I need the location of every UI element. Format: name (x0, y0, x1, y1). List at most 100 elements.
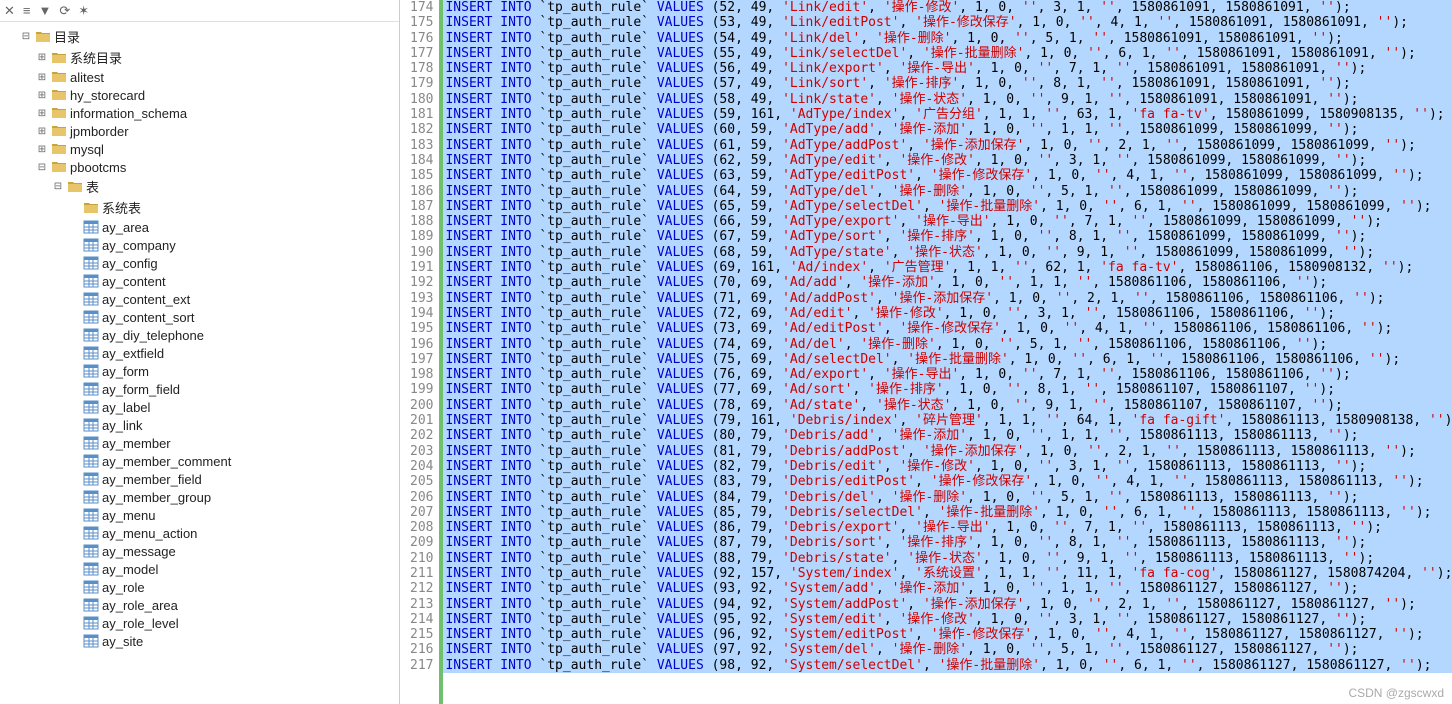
table-ay_label[interactable]: ay_label (0, 398, 399, 416)
code-line[interactable]: INSERT INTO `tp_auth_rule` VALUES (61, 5… (443, 138, 1452, 153)
table-ay_diy_telephone[interactable]: ay_diy_telephone (0, 326, 399, 344)
activity-icon[interactable]: ✶ (78, 3, 89, 19)
tree-label: ay_member_comment (102, 454, 231, 469)
table-ay_company[interactable]: ay_company (0, 236, 399, 254)
code-line[interactable]: INSERT INTO `tp_auth_rule` VALUES (74, 6… (443, 337, 1452, 352)
sys-tables-node[interactable]: 系统表 (0, 197, 399, 218)
db-mysql[interactable]: ⊞mysql (0, 140, 399, 158)
code-line[interactable]: INSERT INTO `tp_auth_rule` VALUES (65, 5… (443, 199, 1452, 214)
table-ay_form_field[interactable]: ay_form_field (0, 380, 399, 398)
code-line[interactable]: INSERT INTO `tp_auth_rule` VALUES (88, 7… (443, 551, 1452, 566)
expand-toggle[interactable]: ⊞ (36, 52, 48, 63)
table-ay_role_area[interactable]: ay_role_area (0, 596, 399, 614)
code-line[interactable]: INSERT INTO `tp_auth_rule` VALUES (92, 1… (443, 566, 1452, 581)
refresh-icon[interactable]: ⟳ (59, 3, 70, 19)
code-line[interactable]: INSERT INTO `tp_auth_rule` VALUES (58, 4… (443, 92, 1452, 107)
table-icon (83, 543, 99, 559)
expand-toggle[interactable]: ⊟ (36, 162, 48, 173)
expand-toggle[interactable]: ⊞ (36, 90, 48, 101)
code-line[interactable]: INSERT INTO `tp_auth_rule` VALUES (80, 7… (443, 428, 1452, 443)
code-line[interactable]: INSERT INTO `tp_auth_rule` VALUES (78, 6… (443, 398, 1452, 413)
code-line[interactable]: INSERT INTO `tp_auth_rule` VALUES (83, 7… (443, 474, 1452, 489)
table-ay_site[interactable]: ay_site (0, 632, 399, 650)
sort-icon[interactable]: ≡ (23, 3, 31, 18)
code-line[interactable]: INSERT INTO `tp_auth_rule` VALUES (55, 4… (443, 46, 1452, 61)
code-line[interactable]: INSERT INTO `tp_auth_rule` VALUES (76, 6… (443, 367, 1452, 382)
tree-root[interactable]: ⊟目录 (0, 26, 399, 47)
table-ay_menu[interactable]: ay_menu (0, 506, 399, 524)
table-ay_content_ext[interactable]: ay_content_ext (0, 290, 399, 308)
table-ay_member_field[interactable]: ay_member_field (0, 470, 399, 488)
code-line[interactable]: INSERT INTO `tp_auth_rule` VALUES (68, 5… (443, 245, 1452, 260)
code-line[interactable]: INSERT INTO `tp_auth_rule` VALUES (85, 7… (443, 505, 1452, 520)
funnel-icon[interactable]: ▼ (39, 3, 52, 18)
expand-toggle[interactable]: ⊞ (36, 108, 48, 119)
table-ay_member_comment[interactable]: ay_member_comment (0, 452, 399, 470)
code-line[interactable]: INSERT INTO `tp_auth_rule` VALUES (86, 7… (443, 520, 1452, 535)
code-line[interactable]: INSERT INTO `tp_auth_rule` VALUES (81, 7… (443, 444, 1452, 459)
code-line[interactable]: INSERT INTO `tp_auth_rule` VALUES (62, 5… (443, 153, 1452, 168)
code-line[interactable]: INSERT INTO `tp_auth_rule` VALUES (82, 7… (443, 459, 1452, 474)
code-line[interactable]: INSERT INTO `tp_auth_rule` VALUES (97, 9… (443, 642, 1452, 657)
code-line[interactable]: INSERT INTO `tp_auth_rule` VALUES (98, 9… (443, 658, 1452, 673)
table-ay_extfield[interactable]: ay_extfield (0, 344, 399, 362)
sql-editor[interactable]: 1741751761771781791801811821831841851861… (400, 0, 1452, 704)
code-line[interactable]: INSERT INTO `tp_auth_rule` VALUES (60, 5… (443, 122, 1452, 137)
code-line[interactable]: INSERT INTO `tp_auth_rule` VALUES (66, 5… (443, 214, 1452, 229)
code-line[interactable]: INSERT INTO `tp_auth_rule` VALUES (71, 6… (443, 291, 1452, 306)
db-navigator[interactable]: ✕ ≡ ▼ ⟳ ✶ ⊟目录⊞系统目录⊞alitest⊞hy_storecard⊞… (0, 0, 400, 704)
expand-toggle[interactable]: ⊞ (36, 126, 48, 137)
db-information_schema[interactable]: ⊞information_schema (0, 104, 399, 122)
table-ay_member[interactable]: ay_member (0, 434, 399, 452)
code-line[interactable]: INSERT INTO `tp_auth_rule` VALUES (93, 9… (443, 581, 1452, 596)
db-pbootcms[interactable]: ⊟pbootcms (0, 158, 399, 176)
code-line[interactable]: INSERT INTO `tp_auth_rule` VALUES (79, 1… (443, 413, 1452, 428)
code-line[interactable]: INSERT INTO `tp_auth_rule` VALUES (94, 9… (443, 597, 1452, 612)
code-area[interactable]: INSERT INTO `tp_auth_rule` VALUES (52, 4… (443, 0, 1452, 704)
table-ay_role[interactable]: ay_role (0, 578, 399, 596)
expand-toggle[interactable]: ⊞ (36, 144, 48, 155)
table-ay_form[interactable]: ay_form (0, 362, 399, 380)
db-hy_storecard[interactable]: ⊞hy_storecard (0, 86, 399, 104)
table-ay_content_sort[interactable]: ay_content_sort (0, 308, 399, 326)
table-ay_area[interactable]: ay_area (0, 218, 399, 236)
table-ay_link[interactable]: ay_link (0, 416, 399, 434)
tables-node[interactable]: ⊟表 (0, 176, 399, 197)
tree-label: ay_link (102, 418, 142, 433)
code-line[interactable]: INSERT INTO `tp_auth_rule` VALUES (73, 6… (443, 321, 1452, 336)
table-ay_member_group[interactable]: ay_member_group (0, 488, 399, 506)
code-line[interactable]: INSERT INTO `tp_auth_rule` VALUES (53, 4… (443, 15, 1452, 30)
table-ay_config[interactable]: ay_config (0, 254, 399, 272)
table-ay_model[interactable]: ay_model (0, 560, 399, 578)
table-ay_content[interactable]: ay_content (0, 272, 399, 290)
tree-label: ay_form (102, 364, 149, 379)
code-line[interactable]: INSERT INTO `tp_auth_rule` VALUES (95, 9… (443, 612, 1452, 627)
code-line[interactable]: INSERT INTO `tp_auth_rule` VALUES (75, 6… (443, 352, 1452, 367)
code-line[interactable]: INSERT INTO `tp_auth_rule` VALUES (52, 4… (443, 0, 1452, 15)
code-line[interactable]: INSERT INTO `tp_auth_rule` VALUES (84, 7… (443, 490, 1452, 505)
table-ay_message[interactable]: ay_message (0, 542, 399, 560)
expand-toggle[interactable]: ⊞ (36, 72, 48, 83)
code-line[interactable]: INSERT INTO `tp_auth_rule` VALUES (77, 6… (443, 382, 1452, 397)
code-line[interactable]: INSERT INTO `tp_auth_rule` VALUES (56, 4… (443, 61, 1452, 76)
expand-toggle[interactable]: ⊟ (52, 181, 64, 192)
table-ay_role_level[interactable]: ay_role_level (0, 614, 399, 632)
code-line[interactable]: INSERT INTO `tp_auth_rule` VALUES (69, 1… (443, 260, 1452, 275)
db-jpmborder[interactable]: ⊞jpmborder (0, 122, 399, 140)
filter-icon[interactable]: ✕ (4, 3, 15, 19)
db-alitest[interactable]: ⊞alitest (0, 68, 399, 86)
code-line[interactable]: INSERT INTO `tp_auth_rule` VALUES (54, 4… (443, 31, 1452, 46)
code-line[interactable]: INSERT INTO `tp_auth_rule` VALUES (64, 5… (443, 184, 1452, 199)
code-line[interactable]: INSERT INTO `tp_auth_rule` VALUES (59, 1… (443, 107, 1452, 122)
table-icon (83, 525, 99, 541)
table-ay_menu_action[interactable]: ay_menu_action (0, 524, 399, 542)
code-line[interactable]: INSERT INTO `tp_auth_rule` VALUES (63, 5… (443, 168, 1452, 183)
code-line[interactable]: INSERT INTO `tp_auth_rule` VALUES (67, 5… (443, 229, 1452, 244)
code-line[interactable]: INSERT INTO `tp_auth_rule` VALUES (96, 9… (443, 627, 1452, 642)
code-line[interactable]: INSERT INTO `tp_auth_rule` VALUES (70, 6… (443, 275, 1452, 290)
code-line[interactable]: INSERT INTO `tp_auth_rule` VALUES (72, 6… (443, 306, 1452, 321)
db-系统目录[interactable]: ⊞系统目录 (0, 47, 399, 68)
code-line[interactable]: INSERT INTO `tp_auth_rule` VALUES (87, 7… (443, 535, 1452, 550)
expand-toggle[interactable]: ⊟ (20, 31, 32, 42)
code-line[interactable]: INSERT INTO `tp_auth_rule` VALUES (57, 4… (443, 76, 1452, 91)
